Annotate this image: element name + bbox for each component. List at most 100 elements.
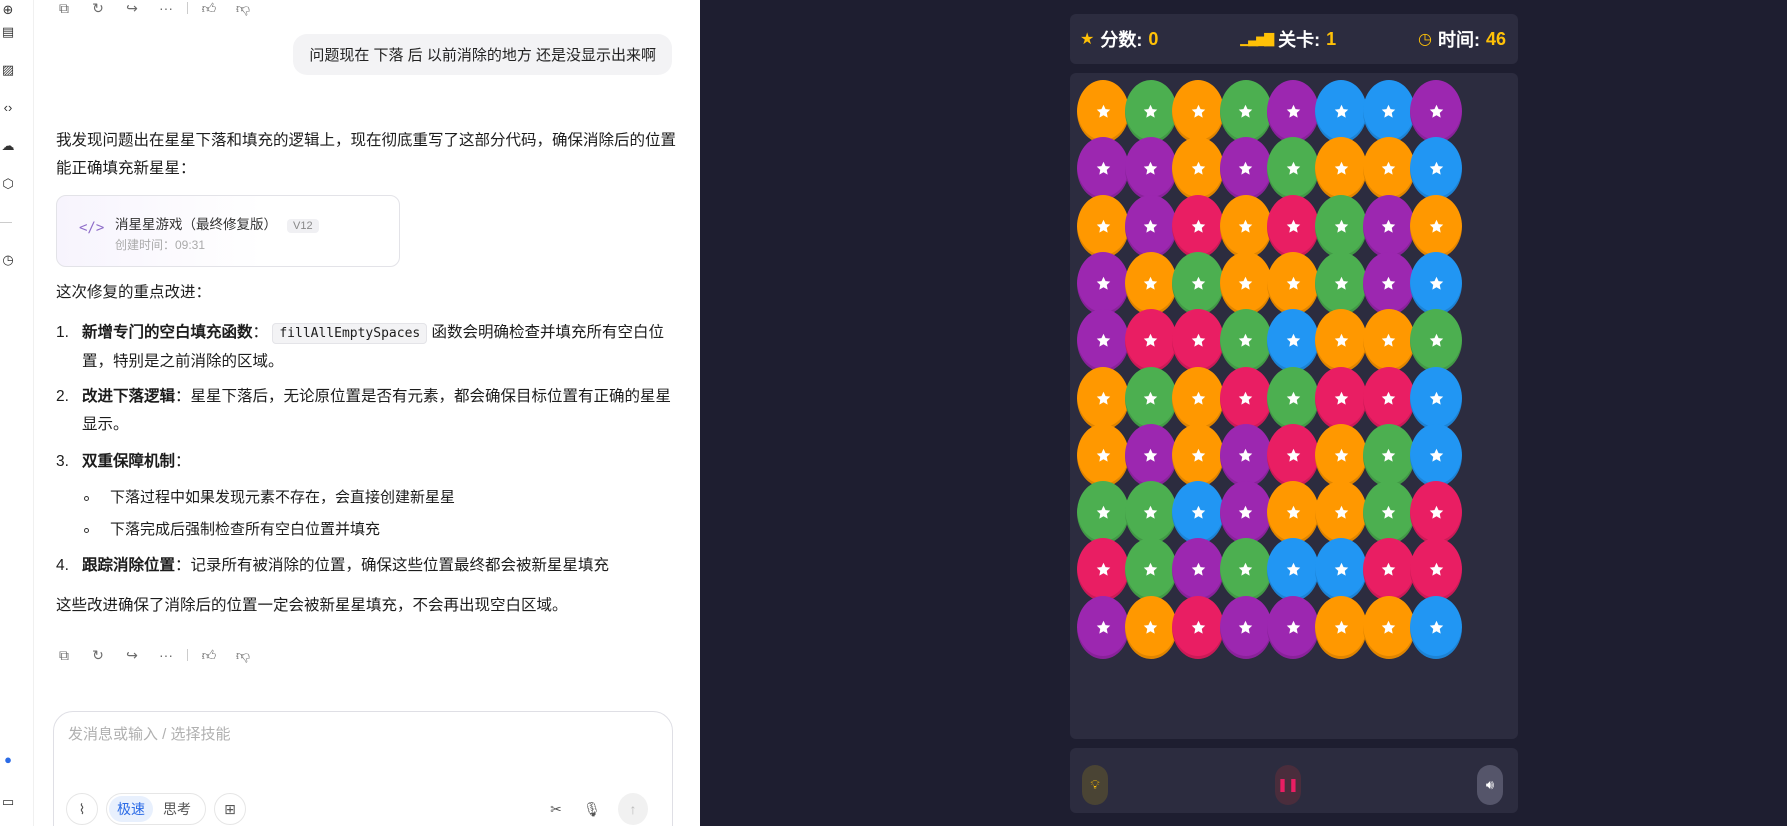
star-tile[interactable]	[1362, 137, 1415, 201]
star-tile[interactable]	[1124, 481, 1177, 545]
star-tile[interactable]	[1362, 366, 1415, 430]
star-tile[interactable]	[1410, 251, 1463, 315]
mode-think-button[interactable]: 思考	[155, 796, 199, 822]
star-tile[interactable]	[1267, 137, 1320, 201]
star-tile[interactable]	[1267, 538, 1320, 602]
star-tile[interactable]	[1410, 538, 1463, 602]
star-tile[interactable]	[1172, 366, 1225, 430]
star-tile[interactable]	[1267, 80, 1320, 143]
star-tile[interactable]	[1124, 251, 1177, 315]
cloud-icon[interactable]: ☁	[0, 138, 16, 154]
star-tile[interactable]	[1362, 194, 1415, 258]
history-icon[interactable]: ◷	[0, 252, 16, 268]
regenerate-icon[interactable]: ↻	[81, 0, 115, 20]
star-tile[interactable]	[1172, 538, 1225, 602]
avatar[interactable]: ●	[0, 752, 16, 768]
skills-button[interactable]: ⊞	[214, 793, 246, 825]
code-icon[interactable]: ‹›	[0, 100, 16, 116]
star-tile[interactable]	[1077, 366, 1129, 430]
star-tile[interactable]	[1172, 595, 1225, 659]
star-tile[interactable]	[1172, 80, 1225, 143]
image-icon[interactable]: ▨	[0, 62, 16, 78]
star-tile[interactable]	[1267, 251, 1320, 315]
star-tile[interactable]	[1077, 481, 1129, 545]
star-tile[interactable]	[1410, 595, 1463, 659]
star-tile[interactable]	[1315, 251, 1367, 315]
star-tile[interactable]	[1172, 309, 1225, 373]
thumbs-down-icon[interactable]: 👎︎	[226, 643, 260, 667]
star-tile[interactable]	[1410, 137, 1463, 201]
copy-icon[interactable]: ⧉	[47, 643, 81, 667]
star-tile[interactable]	[1124, 137, 1177, 201]
star-tile[interactable]	[1124, 309, 1177, 373]
star-tile[interactable]	[1124, 366, 1177, 430]
thumbs-down-icon[interactable]: 👎︎	[226, 0, 260, 20]
hint-button[interactable]: 💡︎	[1082, 765, 1108, 805]
star-tile[interactable]	[1077, 251, 1129, 315]
star-tile[interactable]	[1124, 538, 1177, 602]
star-tile[interactable]	[1410, 194, 1463, 258]
box-icon[interactable]: ⬡	[0, 176, 16, 192]
star-tile[interactable]	[1315, 481, 1367, 545]
star-tile[interactable]	[1362, 80, 1415, 143]
more-icon[interactable]: ···	[149, 0, 183, 20]
star-tile[interactable]	[1315, 538, 1367, 602]
star-tile[interactable]	[1219, 137, 1272, 201]
message-input[interactable]	[68, 726, 628, 743]
star-tile[interactable]	[1362, 423, 1415, 487]
thumbs-up-icon[interactable]: 👍︎	[192, 0, 226, 20]
star-tile[interactable]	[1077, 595, 1129, 659]
star-tile[interactable]	[1410, 423, 1463, 487]
star-tile[interactable]	[1315, 137, 1367, 201]
star-tile[interactable]	[1410, 481, 1463, 545]
star-tile[interactable]	[1219, 309, 1272, 373]
star-tile[interactable]	[1219, 538, 1272, 602]
star-tile[interactable]	[1362, 481, 1415, 545]
star-tile[interactable]	[1315, 309, 1367, 373]
star-tile[interactable]	[1172, 423, 1225, 487]
star-tile[interactable]	[1315, 194, 1367, 258]
star-tile[interactable]	[1362, 309, 1415, 373]
star-tile[interactable]	[1219, 251, 1272, 315]
star-tile[interactable]	[1172, 137, 1225, 201]
star-tile[interactable]	[1267, 309, 1320, 373]
star-tile[interactable]	[1219, 194, 1272, 258]
star-tile[interactable]	[1219, 423, 1272, 487]
star-tile[interactable]	[1219, 366, 1272, 430]
star-tile[interactable]	[1172, 194, 1225, 258]
attach-button[interactable]: ⌇	[66, 793, 98, 825]
share-icon[interactable]: ↪	[115, 643, 149, 667]
copy-icon[interactable]: ⧉	[47, 0, 81, 20]
star-tile[interactable]	[1077, 194, 1129, 258]
scissors-button[interactable]: ✂	[542, 793, 570, 825]
star-tile[interactable]	[1362, 251, 1415, 315]
thumbs-up-icon[interactable]: 👍︎	[192, 643, 226, 667]
star-tile[interactable]	[1267, 194, 1320, 258]
star-tile[interactable]	[1124, 80, 1177, 143]
star-tile[interactable]	[1315, 595, 1367, 659]
star-tile[interactable]	[1410, 309, 1463, 373]
sound-button[interactable]: 🔊︎	[1477, 765, 1503, 805]
star-tile[interactable]	[1124, 423, 1177, 487]
star-tile[interactable]	[1077, 309, 1129, 373]
star-tile[interactable]	[1077, 538, 1129, 602]
star-tile[interactable]	[1172, 251, 1225, 315]
star-tile[interactable]	[1219, 80, 1272, 143]
star-tile[interactable]	[1362, 538, 1415, 602]
star-tile[interactable]	[1410, 366, 1463, 430]
share-icon[interactable]: ↪	[115, 0, 149, 20]
star-tile[interactable]	[1124, 194, 1177, 258]
star-tile[interactable]	[1077, 137, 1129, 201]
star-tile[interactable]	[1077, 423, 1129, 487]
new-chat-icon[interactable]: ⊕	[0, 2, 16, 18]
star-tile[interactable]	[1267, 481, 1320, 545]
star-tile[interactable]	[1267, 366, 1320, 430]
message-icon[interactable]: ▭	[0, 794, 16, 810]
pause-button[interactable]: ❚❚	[1275, 765, 1301, 805]
star-tile[interactable]	[1315, 423, 1367, 487]
star-tile[interactable]	[1267, 595, 1320, 659]
document-icon[interactable]: ▤	[0, 24, 16, 40]
star-tile[interactable]	[1219, 481, 1272, 545]
more-icon[interactable]: ···	[149, 643, 183, 667]
star-tile[interactable]	[1077, 80, 1129, 143]
